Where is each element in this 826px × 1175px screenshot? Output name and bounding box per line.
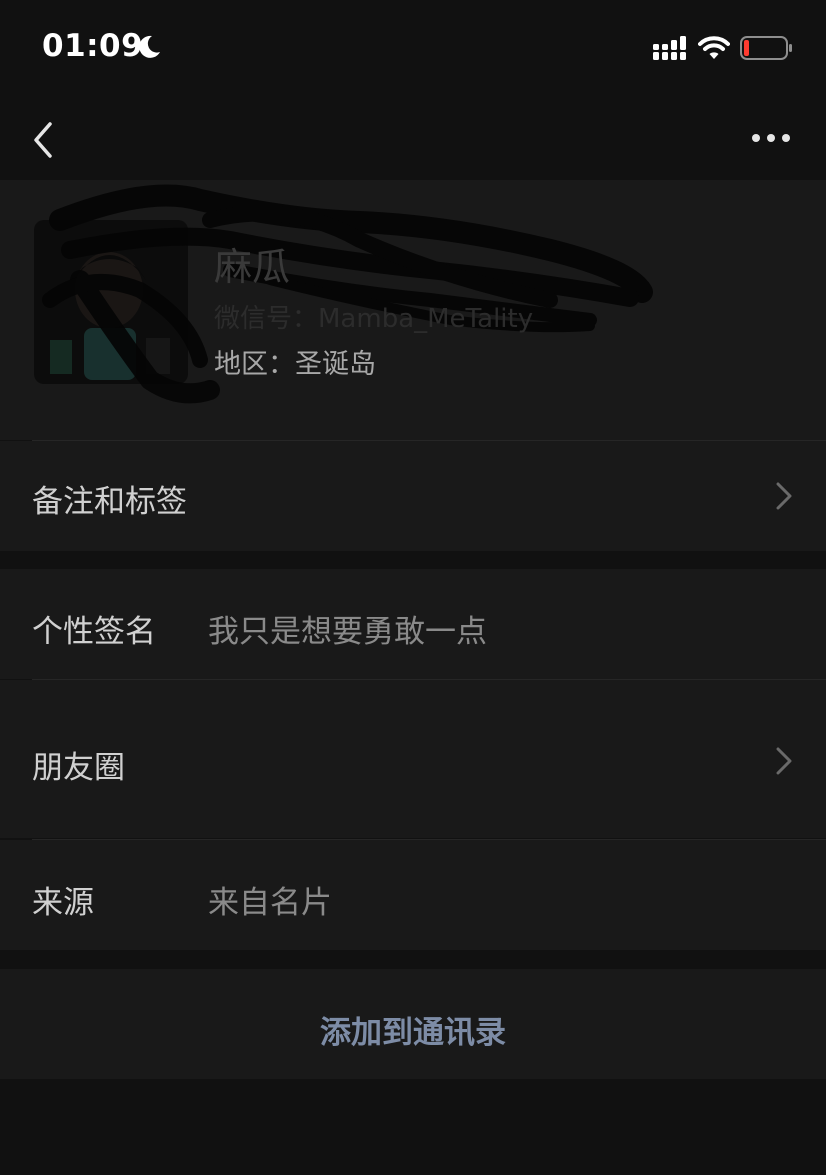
wifi-icon [698, 36, 730, 59]
profile-name: 麻瓜 [214, 245, 291, 289]
signature-label: 个性签名 [32, 614, 156, 650]
status-bar: 01:09 [0, 0, 826, 96]
divider [32, 440, 826, 441]
nav-bar [0, 100, 826, 180]
remark-tags-row[interactable]: 备注和标签 [0, 441, 826, 551]
moments-label: 朋友圈 [32, 750, 125, 786]
add-to-contacts-button[interactable]: 添加到通讯录 [0, 969, 826, 1079]
chevron-right-icon [776, 482, 792, 510]
source-row: 来源 来自名片 [0, 840, 826, 950]
profile-header: 麻瓜 微信号：Mamba_MeTality 地区：圣诞岛 [0, 180, 826, 440]
wechat-id: 微信号：Mamba_MeTality [214, 304, 534, 334]
region: 地区：圣诞岛 [214, 349, 376, 380]
source-label: 来源 [32, 885, 94, 921]
signature-row: 个性签名 我只是想要勇敢一点 [0, 569, 826, 679]
signal-icon [653, 36, 686, 60]
add-to-contacts-label: 添加到通讯录 [320, 1015, 506, 1051]
more-dots-icon[interactable] [748, 126, 794, 150]
source-value: 来自名片 [208, 885, 332, 921]
chevron-left-icon[interactable] [28, 120, 58, 160]
signature-value: 我只是想要勇敢一点 [208, 614, 487, 650]
status-time: 01:09 [42, 28, 144, 64]
remark-tags-label: 备注和标签 [32, 484, 187, 520]
moon-icon [139, 35, 160, 58]
battery-icon [740, 36, 792, 60]
moments-row[interactable]: 朋友圈 [0, 680, 826, 838]
chevron-right-icon [776, 747, 792, 775]
